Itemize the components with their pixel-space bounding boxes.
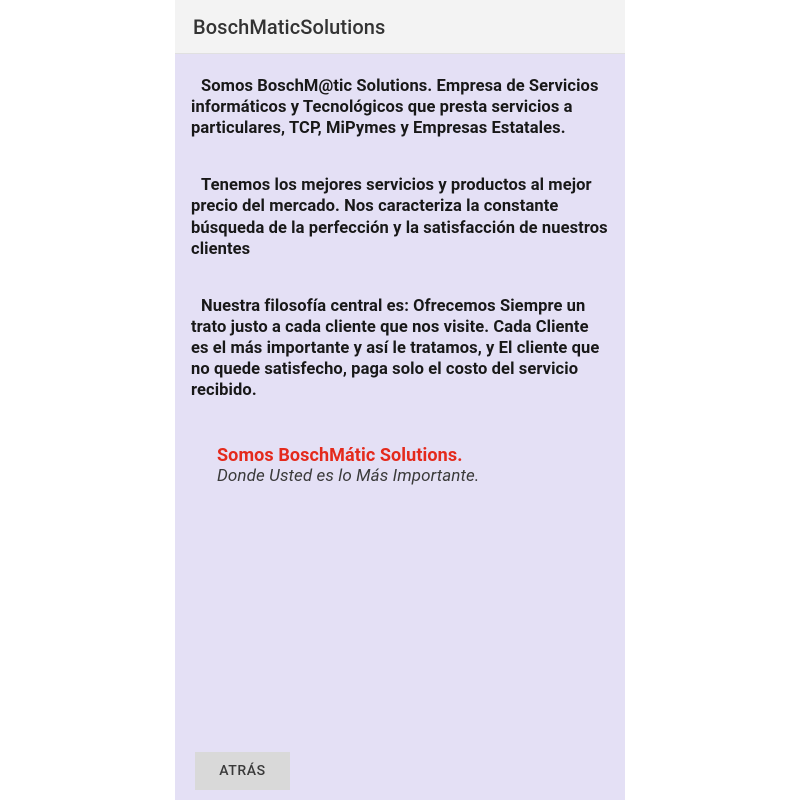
slogan-title: Somos BoschMátic Solutions. [217,445,609,466]
services-paragraph: Tenemos los mejores servicios y producto… [191,175,609,259]
philosophy-paragraph: Nuestra filosofía central es: Ofrecemos … [191,296,609,402]
app-screen: BoschMaticSolutions Somos BoschM@tic Sol… [175,0,625,800]
slogan-block: Somos BoschMátic Solutions. Donde Usted … [191,445,609,486]
title-bar: BoschMaticSolutions [175,0,625,54]
spacer [191,486,609,752]
slogan-subtitle: Donde Usted es lo Más Importante. [217,466,609,486]
app-title: BoschMaticSolutions [193,15,385,39]
back-button[interactable]: ATRÁS [195,752,290,790]
intro-paragraph: Somos BoschM@tic Solutions. Empresa de S… [191,76,609,139]
content-area: Somos BoschM@tic Solutions. Empresa de S… [175,54,625,800]
